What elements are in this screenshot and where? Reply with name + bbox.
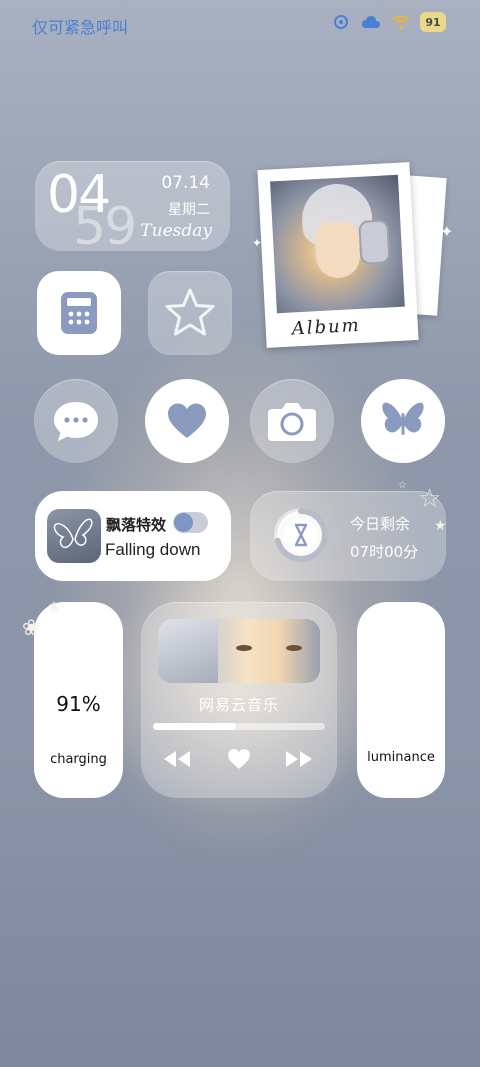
falling-effect-thumbnail [47, 509, 101, 563]
message-icon [54, 402, 98, 441]
cloud-icon [360, 12, 382, 32]
falling-effect-toggle[interactable] [173, 512, 208, 533]
heart-icon [228, 749, 250, 769]
battery-widget[interactable]: 91% charging [34, 602, 123, 798]
music-app-name: 网易云音乐 [198, 696, 279, 714]
headphone-icon [358, 219, 391, 265]
calculator-icon [61, 292, 97, 334]
health-app[interactable] [145, 379, 229, 463]
butterfly-app[interactable] [361, 379, 445, 463]
album-art [158, 619, 320, 683]
status-bar: 仅可紧急呼叫 91 [0, 0, 480, 48]
messages-app[interactable] [34, 379, 118, 463]
previous-button[interactable] [161, 747, 193, 771]
music-progress-bar[interactable] [153, 723, 325, 730]
remaining-time-widget[interactable]: 今日剩余 07时00分 [250, 491, 446, 581]
photo-face [314, 220, 362, 280]
album-art-eye [236, 645, 252, 651]
album-photo [270, 174, 405, 314]
favorites-app[interactable] [148, 271, 232, 355]
falling-effect-widget[interactable]: 飘落特效 Falling down [35, 491, 231, 581]
album-art-hair [158, 619, 218, 683]
fast-forward-icon [286, 751, 312, 767]
clock-widget[interactable]: 59 04 07.14 星期二 Tuesday [35, 161, 230, 257]
remaining-time: 07时00分 [350, 543, 419, 561]
sparkle-icon: ✦ [252, 236, 263, 250]
star-icon [165, 288, 215, 336]
status-icons: 91 [330, 12, 446, 32]
sparkle-icon: ✦ [440, 222, 454, 241]
carrier-text: 仅可紧急呼叫 [32, 18, 129, 37]
star-sparkle-icon: ☆ [398, 480, 407, 491]
battery-percent: 91% [56, 692, 101, 716]
heart-icon [168, 403, 206, 438]
rewind-icon [164, 751, 190, 767]
camera-app[interactable] [250, 379, 334, 463]
flower-sparkle-icon: ❀ [48, 600, 60, 616]
photo-album-widget[interactable]: Album [257, 162, 419, 348]
star-sparkle-icon: ★ [434, 518, 447, 534]
battery-status: charging [50, 752, 107, 767]
butterfly-icon [382, 402, 424, 435]
next-button[interactable] [283, 747, 315, 771]
wifi-icon [390, 12, 412, 32]
toggle-knob [174, 513, 193, 532]
clock-hour: 04 [47, 165, 111, 225]
remaining-progress-ring [274, 508, 328, 562]
star-sparkle-icon: ☆ [418, 484, 442, 514]
flower-sparkle-icon: ❀ [22, 616, 41, 641]
album-label: Album [291, 314, 362, 340]
remaining-title: 今日剩余 [350, 515, 411, 533]
clock-date: 07.14 [161, 173, 210, 193]
location-icon [330, 12, 352, 32]
music-progress-fill [153, 723, 236, 730]
album-art-eye [286, 645, 302, 651]
falling-effect-subtitle: Falling down [105, 540, 201, 559]
battery-level-badge: 91 [420, 12, 446, 32]
clock-weekday-cn: 星期二 [168, 202, 210, 218]
falling-effect-title: 飘落特效 [106, 516, 167, 534]
music-player-widget[interactable]: 网易云音乐 [141, 602, 337, 798]
clock-weekday-en: Tuesday [140, 221, 212, 241]
luminance-widget[interactable]: luminance [357, 602, 445, 798]
calculator-app[interactable] [37, 271, 121, 355]
luminance-label: luminance [367, 750, 435, 765]
butterfly-icon [53, 518, 93, 549]
like-button[interactable] [223, 747, 255, 771]
camera-icon [268, 403, 316, 441]
